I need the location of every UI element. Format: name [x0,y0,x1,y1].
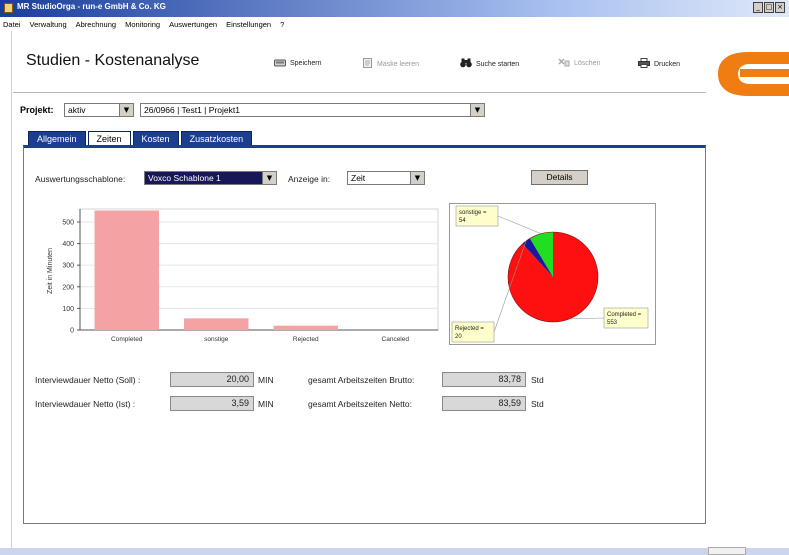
window-title: MR StudioOrga - run-e GmbH & Co. KG [17,2,166,11]
bar-chart: 0 100 200 300 400 500 Completed sonstige Reject… [42,203,440,345]
clear-label: Maske leeren [377,60,420,68]
netto-ist-unit: MIN [258,399,274,409]
status-bar-panel [708,547,746,555]
template-label: Auswertungsschablone: [35,174,126,184]
bar-ytick-label: 500 [62,219,74,226]
netto-ist-field: 3,59 [170,396,254,411]
search-button[interactable]: Suche starten [460,58,519,70]
bar-ytick-label: 0 [70,328,74,335]
print-label: Drucken [654,60,681,68]
pie-callout-line [497,215,542,234]
company-logo [718,38,789,96]
menu-bar: Datei Verwaltung Abrechnung Monitoring A… [0,17,789,31]
brutto-field: 83,78 [442,372,526,387]
app-icon [4,3,13,13]
tab-zusatzkosten[interactable]: Zusatzkosten [180,131,253,146]
bar-ytick-label: 100 [62,306,74,313]
search-label: Suche starten [476,60,520,68]
window-controls: _ □ × [753,2,785,13]
display-label: Anzeige in: [288,174,331,184]
delete-button[interactable]: Löschen [558,58,600,69]
bar-ytick-label: 200 [62,284,74,291]
save-label: Speichern [290,60,322,67]
bar-sonstige [184,318,249,330]
project-status-value: aktiv [68,105,86,115]
netto-soll-unit: MIN [258,375,274,385]
header-divider [13,92,706,93]
bar-chart-svg: 0 100 200 300 400 500 Completed sonstige Reject… [47,208,439,343]
tab-kosten[interactable]: Kosten [132,131,179,146]
brutto-label: gesamt Arbeitszeiten Brutto: [308,375,415,385]
pie-chart-svg: Completed = 553 sonstige = 54 Rejected = 20 [451,205,649,343]
template-value: Voxco Schablone 1 [148,173,221,183]
window-titlebar: MR StudioOrga - run-e GmbH & Co. KG _ □ … [0,0,789,17]
details-button[interactable]: Details [531,170,588,185]
bar-ytick-label: 400 [62,241,74,248]
bar-completed [94,210,159,330]
delete-icon [558,58,570,69]
menu-auswertungen[interactable]: Auswertungen [169,20,217,29]
save-button[interactable]: Speichern [274,58,322,69]
tab-allgemein[interactable]: Allgemein [28,131,86,146]
print-button[interactable]: Drucken [638,58,680,70]
pie-callout-label: Rejected = [455,326,484,332]
bar-chart-ylabel: Zeit in Minuten [47,248,54,294]
bar-category-label: sonstige [204,336,229,343]
binoculars-icon [460,58,472,70]
bar-rejected [273,325,338,330]
minimize-button[interactable]: _ [753,2,763,13]
pie-callout-label: sonstige = [459,210,487,216]
project-select-value: 26/0966 | Test1 | Projekt1 [144,105,240,115]
chevron-down-icon[interactable]: ▼ [410,172,424,184]
menu-datei[interactable]: Datei [3,20,21,29]
brutto-unit: Std [531,375,544,385]
project-label: Projekt: [20,105,54,115]
left-border [11,31,12,548]
menu-verwaltung[interactable]: Verwaltung [30,20,67,29]
pie-callout-line [569,317,605,320]
netto-total-field: 83,59 [442,396,526,411]
save-icon [274,58,286,69]
bar-category-label: Rejected [293,336,319,343]
bar-category-label: Completed [111,336,143,343]
page-title: Studien - Kostenanalyse [26,52,200,69]
status-bar [0,548,789,555]
pie-callout-value: 553 [607,320,618,326]
netto-soll-field: 20,00 [170,372,254,387]
maximize-button[interactable]: □ [764,2,774,13]
toolbar: Studien - Kostenanalyse Speichern Maske … [0,34,789,90]
chevron-down-icon[interactable]: ▼ [470,104,484,116]
tab-bar: Allgemein Zeiten Kosten Zusatzkosten [28,131,253,148]
display-value: Zeit [351,173,366,183]
menu-help[interactable]: ? [280,20,284,29]
netto-total-label: gesamt Arbeitszeiten Netto: [308,399,412,409]
clear-mask-button[interactable]: Maske leeren [361,58,419,70]
netto-total-unit: Std [531,399,544,409]
close-button[interactable]: × [775,2,785,13]
pie-chart: Completed = 553 sonstige = 54 Rejected = 20 [449,203,656,345]
bar-ytick-label: 300 [62,263,74,270]
netto-soll-label: Interviewdauer Netto (Soll) : [35,375,141,385]
chevron-down-icon[interactable]: ▼ [119,104,133,116]
menu-abrechnung[interactable]: Abrechnung [76,20,116,29]
netto-ist-label: Interviewdauer Netto (Ist) : [35,399,136,409]
chevron-down-icon[interactable]: ▼ [262,172,276,184]
template-select[interactable]: Voxco Schablone 1 ▼ [144,171,277,185]
display-select[interactable]: Zeit ▼ [347,171,425,185]
menu-einstellungen[interactable]: Einstellungen [226,20,271,29]
menu-monitoring[interactable]: Monitoring [125,20,160,29]
printer-icon [638,58,650,70]
pie-callout-label: Completed = [607,312,642,318]
project-status-select[interactable]: aktiv ▼ [64,103,134,117]
pie-callout-value: 54 [459,218,466,224]
bar-category-label: Canceled [382,336,410,343]
delete-label: Löschen [574,60,601,67]
clear-icon [361,58,373,70]
pie-callout-value: 20 [455,334,462,340]
project-select[interactable]: 26/0966 | Test1 | Projekt1 ▼ [140,103,485,117]
